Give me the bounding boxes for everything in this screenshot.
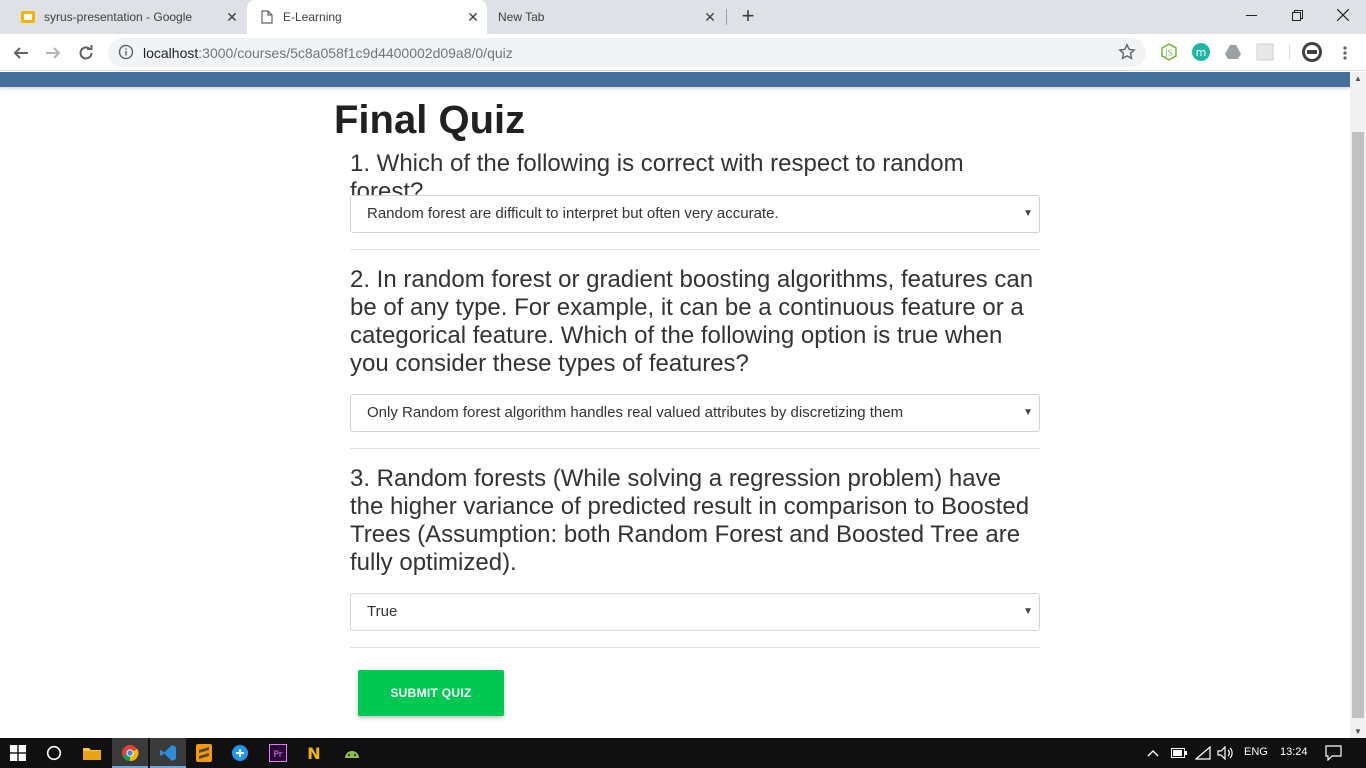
close-icon [1337,9,1349,21]
app-taskbar-button[interactable] [222,738,258,768]
chrome-taskbar-button[interactable] [112,738,148,768]
clock[interactable]: 13:24 [1280,746,1308,758]
language-indicator[interactable]: ENG [1244,746,1268,758]
blue-app-icon [232,745,248,761]
page-icon [259,9,275,25]
search-circle-icon [46,745,62,761]
bookmark-star-icon[interactable] [1118,43,1136,61]
arrow-right-icon [46,47,61,59]
notifications-icon[interactable] [1325,745,1342,761]
tab-label: E-Learning [283,10,342,24]
browser-toolbar: localhost:3000/courses/5c8a058f1c9d44000… [0,34,1366,71]
question-2-select[interactable]: Only Random forest algorithm handles rea… [350,394,1040,432]
sublime-taskbar-button[interactable] [186,738,222,768]
page-scrollbar[interactable]: ▲ ▼ [1350,72,1366,738]
start-button[interactable] [0,738,36,768]
divider [350,249,1040,250]
battery-icon[interactable] [1171,748,1187,758]
android-icon [345,751,359,758]
slides-icon [20,9,36,25]
windows-icon [10,745,26,761]
restore-icon [1291,9,1303,21]
page-viewport: Final Quiz 1. Which of the following is … [0,72,1350,738]
extension-icon[interactable] [1256,43,1274,61]
volume-icon[interactable] [1217,746,1233,760]
m-extension-icon[interactable]: m [1192,43,1210,61]
tab-elearning[interactable]: E-Learning ✕ [247,0,487,34]
info-icon[interactable] [118,44,134,60]
question-1-selected: Random forest are difficult to interpret… [367,205,779,222]
vscode-taskbar-button[interactable] [150,738,186,768]
svg-text:N: N [307,744,320,762]
scroll-down-icon[interactable]: ▼ [1354,727,1362,736]
page-title: Final Quiz [334,98,526,142]
question-1-select[interactable]: Random forest are difficult to interpret… [350,195,1040,233]
tab-slides[interactable]: syrus-presentation - Google Slide ✕ [8,0,246,34]
scrollbar-thumb[interactable] [1352,132,1364,718]
svg-text:Pr: Pr [274,750,283,760]
restore-button[interactable] [1274,0,1320,30]
address-bar[interactable]: localhost:3000/courses/5c8a058f1c9d44000… [108,38,1146,67]
minimize-icon [1245,14,1257,16]
svg-text:m: m [1196,46,1207,59]
sublime-icon [196,744,212,762]
tab-separator [726,9,727,25]
close-tab-icon[interactable]: ✕ [465,9,481,25]
profile-avatar[interactable] [1302,42,1322,62]
question-2-text: 2. In random forest or gradient boosting… [350,266,1034,377]
close-tab-icon[interactable]: ✕ [224,9,240,25]
submit-quiz-button[interactable]: SUBMIT QUIZ [358,670,504,716]
premiere-icon: Pr [269,744,287,762]
tab-label: syrus-presentation - Google Slide [44,10,194,24]
url-text: localhost:3000/courses/5c8a058f1c9d44000… [143,45,513,61]
kebab-menu-icon [1343,46,1347,60]
close-tab-icon[interactable]: ✕ [702,9,718,25]
close-window-button[interactable] [1320,0,1366,30]
reload-icon [79,45,93,60]
wifi-icon[interactable] [1195,746,1211,760]
tab-new-tab[interactable]: New Tab ✕ [486,0,724,34]
chrome-icon [122,745,139,762]
premiere-taskbar-button[interactable]: Pr [260,738,296,768]
tab-label: New Tab [498,10,545,24]
scroll-up-icon[interactable]: ▲ [1354,74,1362,83]
file-explorer-button[interactable] [74,738,110,768]
arrow-left-icon [13,47,28,59]
divider [350,647,1040,648]
n-app-icon: N [307,744,320,762]
toolbar-separator [1289,44,1290,60]
question-2-selected: Only Random forest algorithm handles rea… [367,404,904,421]
divider [350,448,1040,449]
forward-button[interactable] [39,39,67,67]
minimize-button[interactable] [1228,0,1274,30]
taskbar: Pr N ENG 13:24 [0,738,1366,768]
node-extension-icon[interactable]: JS [1160,43,1178,61]
chevron-up-icon[interactable] [1147,749,1159,757]
tab-strip: syrus-presentation - Google Slide ✕ E-Le… [0,0,1366,34]
menu-button[interactable] [1331,39,1359,67]
vscode-icon [160,745,176,761]
question-3-text: 3. Random forests (While solving a regre… [350,465,1030,576]
site-navbar [0,72,1350,87]
drive-extension-icon[interactable] [1224,43,1242,61]
reload-button[interactable] [72,39,100,67]
svg-text:JS: JS [1164,49,1172,58]
caret-down-icon: ▼ [1023,606,1033,617]
search-button[interactable] [36,738,72,768]
back-button[interactable] [7,39,35,67]
folder-icon [83,748,101,760]
question-3-select[interactable]: True ▼ [350,593,1040,631]
new-tab-button[interactable]: + [736,5,760,29]
caret-down-icon: ▼ [1023,208,1033,219]
question-3-selected: True [367,603,398,620]
android-studio-taskbar-button[interactable] [334,738,370,768]
n-app-taskbar-button[interactable]: N [296,738,332,768]
caret-down-icon: ▼ [1023,407,1033,418]
